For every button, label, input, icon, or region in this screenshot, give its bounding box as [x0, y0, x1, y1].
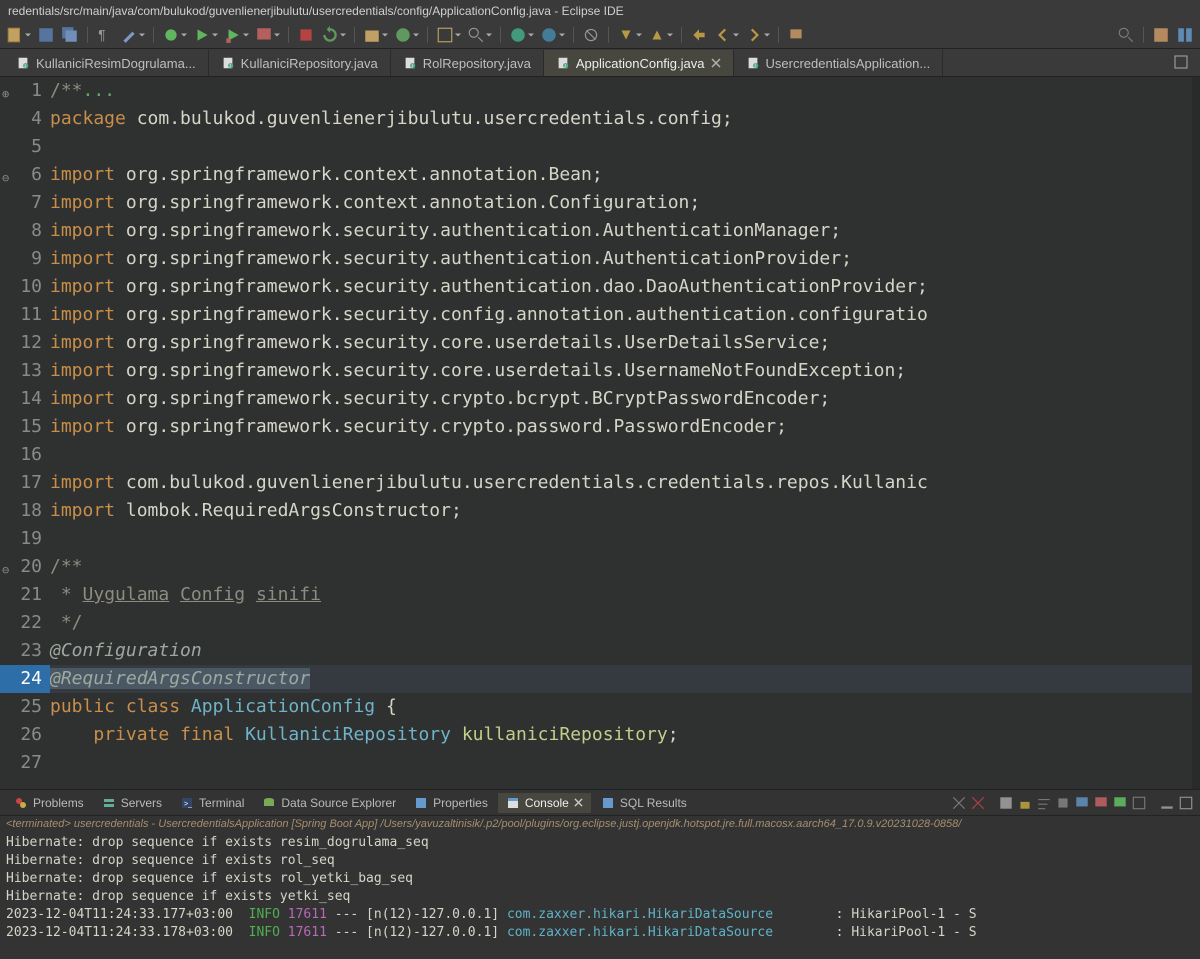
remove-launch-icon[interactable]	[951, 795, 967, 811]
next-ann-icon[interactable]	[617, 26, 635, 44]
new-console-icon[interactable]	[1112, 795, 1128, 811]
pin-console-icon[interactable]	[1055, 795, 1071, 811]
new-class-icon[interactable]	[394, 26, 412, 44]
btab-terminal[interactable]: >_Terminal	[172, 793, 252, 813]
stop-icon[interactable]	[297, 26, 315, 44]
close-icon[interactable]	[574, 798, 583, 807]
browser-icon[interactable]	[509, 26, 527, 44]
svg-text:¶: ¶	[98, 28, 105, 43]
debug-icon[interactable]	[162, 26, 180, 44]
display-console-icon[interactable]	[1074, 795, 1090, 811]
window-title: redentials/src/main/java/com/bulukod/guv…	[0, 0, 1200, 22]
tab-kullanici-resim[interactable]: J KullaniciResimDogrulama...	[4, 50, 209, 76]
quick-access-icon[interactable]	[1117, 26, 1135, 44]
bottom-panel: Problems Servers >_Terminal Data Source …	[0, 789, 1200, 959]
btab-servers[interactable]: Servers	[94, 793, 170, 813]
word-wrap-icon[interactable]	[1036, 795, 1052, 811]
ansi-icon[interactable]	[1131, 795, 1147, 811]
globe-icon[interactable]	[540, 26, 558, 44]
relaunch-icon[interactable]	[321, 26, 339, 44]
forward-icon[interactable]	[745, 26, 763, 44]
overview-ruler[interactable]	[1192, 77, 1200, 789]
svg-text:J: J	[753, 63, 755, 68]
btab-problems[interactable]: Problems	[6, 793, 92, 813]
clear-console-icon[interactable]	[998, 795, 1014, 811]
main-toolbar: ¶	[0, 22, 1200, 49]
maximize-icon[interactable]	[1178, 795, 1194, 811]
btab-properties[interactable]: Properties	[406, 793, 496, 813]
search-icon[interactable]	[467, 26, 485, 44]
new-pkg-icon[interactable]	[363, 26, 381, 44]
save-icon[interactable]	[37, 26, 55, 44]
save-all-icon[interactable]	[61, 26, 79, 44]
scroll-lock-icon[interactable]	[1017, 795, 1033, 811]
open-console-icon[interactable]	[1093, 795, 1109, 811]
bottom-tabs: Problems Servers >_Terminal Data Source …	[0, 790, 1200, 816]
run-icon[interactable]	[193, 26, 211, 44]
open-type-icon[interactable]	[436, 26, 454, 44]
tab-label: KullaniciResimDogrulama...	[36, 56, 196, 71]
tab-rol-repo[interactable]: J RolRepository.java	[391, 50, 544, 76]
wand-icon[interactable]	[120, 26, 138, 44]
prev-ann-icon[interactable]	[648, 26, 666, 44]
ext-tools-icon[interactable]	[255, 26, 273, 44]
persp-open-icon[interactable]	[1176, 26, 1194, 44]
tab-label: ApplicationConfig.java	[576, 56, 705, 71]
last-edit-icon[interactable]	[690, 26, 708, 44]
tab-kullanici-repo[interactable]: J KullaniciRepository.java	[209, 50, 391, 76]
new-icon[interactable]	[6, 26, 24, 44]
tab-usercred-app[interactable]: J UsercredentialsApplication...	[734, 50, 944, 76]
console-output[interactable]: Hibernate: drop sequence if exists resim…	[0, 832, 1200, 944]
back-icon[interactable]	[714, 26, 732, 44]
btab-sql[interactable]: SQL Results	[593, 793, 695, 813]
svg-text:>_: >_	[184, 801, 192, 808]
svg-text:J: J	[229, 63, 231, 68]
close-icon[interactable]	[711, 58, 721, 68]
btab-console[interactable]: Console	[498, 793, 591, 813]
tab-label: RolRepository.java	[423, 56, 531, 71]
pin-icon[interactable]	[787, 26, 805, 44]
btab-datasource[interactable]: Data Source Explorer	[254, 793, 404, 813]
tab-application-config[interactable]: J ApplicationConfig.java	[544, 50, 734, 76]
tab-label: KullaniciRepository.java	[241, 56, 378, 71]
console-metadata: <terminated> usercredentials - Usercrede…	[0, 816, 1200, 832]
maximize-icon[interactable]	[1166, 51, 1196, 76]
toggle-icon[interactable]: ¶	[96, 26, 114, 44]
code-editor[interactable]: 1/**... 4package com.bulukod.guvenliener…	[0, 77, 1200, 789]
skip-bp-icon[interactable]	[582, 26, 600, 44]
svg-text:J: J	[564, 63, 566, 68]
tab-label: UsercredentialsApplication...	[766, 56, 931, 71]
svg-text:J: J	[24, 63, 26, 68]
remove-all-icon[interactable]	[970, 795, 986, 811]
minimize-icon[interactable]	[1159, 795, 1175, 811]
svg-text:J: J	[411, 63, 413, 68]
coverage-icon[interactable]	[224, 26, 242, 44]
persp-java-icon[interactable]	[1152, 26, 1170, 44]
editor-tabs: J KullaniciResimDogrulama... J KullaniciRe…	[0, 49, 1200, 77]
